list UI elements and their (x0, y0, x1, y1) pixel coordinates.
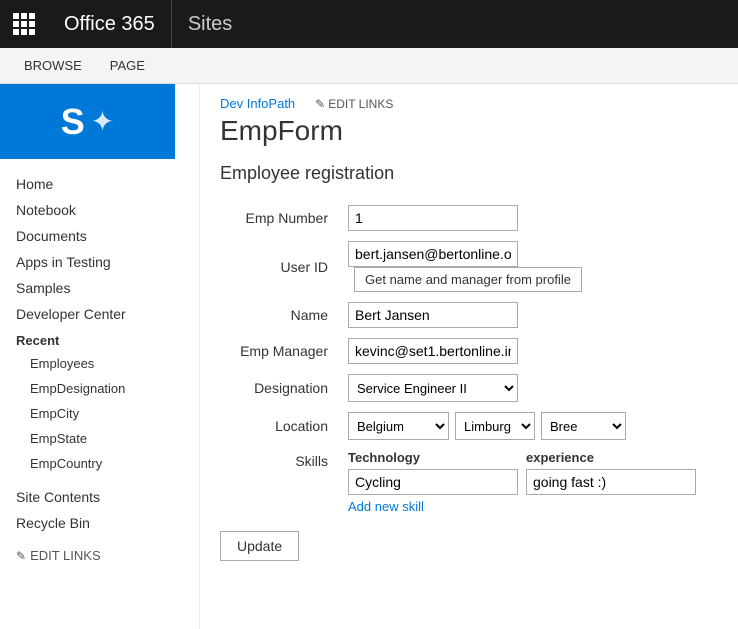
sidebar-item-emp-state[interactable]: EmpState (0, 426, 199, 451)
sidebar-item-developer-center[interactable]: Developer Center (0, 301, 199, 327)
sidebar-item-recycle-bin[interactable]: Recycle Bin (0, 510, 199, 536)
name-cell (340, 297, 718, 333)
skills-row: Skills Technology experience Add new ski… (220, 445, 718, 519)
location-country-select[interactable]: Belgium Netherlands Germany France (348, 412, 449, 440)
site-title: Sites (172, 13, 248, 36)
tab-browse[interactable]: BROWSE (12, 50, 94, 83)
user-id-row: User ID Get name and manager from profil… (220, 236, 718, 297)
designation-row: Designation Service Engineer II Software… (220, 369, 718, 407)
form-title: Employee registration (220, 163, 718, 184)
edit-pencil-icon: ✎ (315, 97, 325, 111)
logo-s: S (61, 101, 85, 143)
breadcrumb-edit-label: EDIT LINKS (328, 97, 393, 111)
breadcrumb: Dev InfoPath ✎ EDIT LINKS (220, 96, 718, 111)
breadcrumb-path[interactable]: Dev InfoPath (220, 96, 295, 111)
main-layout: S ✦ Home Notebook Documents Apps in Test… (0, 84, 738, 629)
skill1-exp-input[interactable] (526, 469, 696, 495)
sidebar-item-employees[interactable]: Employees (0, 351, 199, 376)
user-id-cell: Get name and manager from profile (340, 236, 718, 297)
location-city-select[interactable]: Bree Hasselt Genk Tongeren (541, 412, 626, 440)
user-id-input[interactable] (348, 241, 518, 267)
sidebar-item-notebook[interactable]: Notebook (0, 197, 199, 223)
sidebar-item-site-contents[interactable]: Site Contents (0, 484, 199, 510)
logo-icon: ✦ (91, 105, 114, 138)
location-selects: Belgium Netherlands Germany France Limbu… (348, 412, 710, 440)
breadcrumb-edit-links[interactable]: ✎ EDIT LINKS (315, 97, 393, 111)
emp-manager-input[interactable] (348, 338, 518, 364)
sidebar-item-emp-designation[interactable]: EmpDesignation (0, 376, 199, 401)
app-grid-button[interactable] (0, 0, 48, 48)
sidebar: S ✦ Home Notebook Documents Apps in Test… (0, 84, 200, 629)
skills-cell: Technology experience Add new skill (340, 445, 718, 519)
recent-items: Employees EmpDesignation EmpCity EmpStat… (0, 351, 199, 476)
recent-label: Recent (0, 327, 199, 351)
sidebar-item-emp-city[interactable]: EmpCity (0, 401, 199, 426)
emp-number-row: Emp Number (220, 200, 718, 236)
page-title: EmpForm (220, 115, 718, 147)
content-area: Dev InfoPath ✎ EDIT LINKS EmpForm Employ… (200, 84, 738, 629)
sidebar-item-emp-country[interactable]: EmpCountry (0, 451, 199, 476)
user-id-label: User ID (220, 236, 340, 297)
emp-number-cell (340, 200, 718, 236)
sidebar-item-documents[interactable]: Documents (0, 223, 199, 249)
designation-cell: Service Engineer II Software Engineer Ma… (340, 369, 718, 407)
skills-col1-label: Technology (348, 450, 518, 465)
location-label: Location (220, 407, 340, 445)
skills-col2-label: experience (526, 450, 594, 465)
tab-page[interactable]: PAGE (98, 50, 157, 83)
skills-label: Skills (220, 445, 340, 519)
top-bar: Office 365 Sites (0, 0, 738, 48)
skill1-tech-input[interactable] (348, 469, 518, 495)
location-region-select[interactable]: Limburg Antwerp Ghent Brussels (455, 412, 535, 440)
designation-select[interactable]: Service Engineer II Software Engineer Ma… (348, 374, 518, 402)
sidebar-nav: Home Notebook Documents Apps in Testing … (0, 167, 199, 540)
name-label: Name (220, 297, 340, 333)
emp-manager-label: Emp Manager (220, 333, 340, 369)
sidebar-item-apps-in-testing[interactable]: Apps in Testing (0, 249, 199, 275)
sidebar-logo: S ✦ (0, 84, 175, 159)
location-cell: Belgium Netherlands Germany France Limbu… (340, 407, 718, 445)
sidebar-item-home[interactable]: Home (0, 171, 199, 197)
emp-manager-cell (340, 333, 718, 369)
skills-header: Technology experience (348, 450, 710, 465)
emp-number-input[interactable] (348, 205, 518, 231)
emp-manager-row: Emp Manager (220, 333, 718, 369)
designation-label: Designation (220, 369, 340, 407)
emp-number-label: Emp Number (220, 200, 340, 236)
update-button[interactable]: Update (220, 531, 299, 561)
name-input[interactable] (348, 302, 518, 328)
grid-icon (13, 13, 35, 35)
skill-row-1 (348, 469, 710, 495)
sidebar-item-samples[interactable]: Samples (0, 275, 199, 301)
app-title: Office 365 (48, 0, 172, 48)
sidebar-edit-links-button[interactable]: ✎ EDIT LINKS (0, 540, 199, 571)
location-row: Location Belgium Netherlands Germany Fra… (220, 407, 718, 445)
employee-form: Emp Number User ID Get name and manager … (220, 200, 718, 519)
name-row: Name (220, 297, 718, 333)
get-profile-button[interactable]: Get name and manager from profile (354, 267, 582, 292)
add-skill-link[interactable]: Add new skill (348, 499, 710, 514)
browse-bar: BROWSE PAGE (0, 48, 738, 84)
sidebar-edit-links-label: EDIT LINKS (30, 548, 101, 563)
pencil-icon: ✎ (16, 549, 26, 563)
